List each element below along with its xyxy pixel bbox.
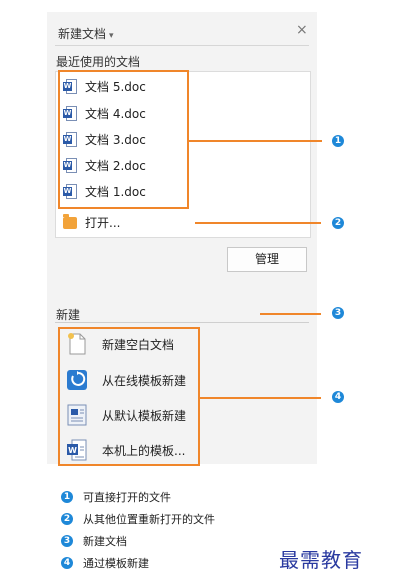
callout-badge-2: 2	[332, 217, 344, 229]
legend-text: 新建文档	[83, 535, 127, 548]
open-label: 打开...	[85, 216, 121, 230]
callout-line-1	[189, 140, 322, 142]
title-divider	[55, 45, 309, 46]
open-file-item[interactable]: 打开...	[63, 213, 121, 231]
callout-badge-4: 4	[332, 391, 344, 403]
legend-badge: 1	[61, 491, 73, 503]
legend-item: 4 通过模板新建	[61, 555, 149, 571]
legend-text: 可直接打开的文件	[83, 491, 171, 504]
recent-section-label: 最近使用的文档	[56, 55, 141, 69]
legend-badge: 4	[61, 557, 73, 569]
new-section-divider	[55, 322, 309, 323]
legend-item: 1 可直接打开的文件	[61, 489, 171, 505]
watermark: 最需教育	[279, 548, 363, 572]
chevron-down-icon: ▾	[109, 31, 114, 41]
legend-badge: 3	[61, 535, 73, 547]
callout-badge-3: 3	[332, 307, 344, 319]
new-options-highlight	[58, 327, 200, 466]
callout-badge-1: 1	[332, 135, 344, 147]
legend-text: 从其他位置重新打开的文件	[83, 513, 215, 526]
callout-line-2	[195, 222, 321, 224]
new-section-label: 新建	[56, 308, 81, 322]
legend-badge: 2	[61, 513, 73, 525]
legend-text: 通过模板新建	[83, 557, 149, 570]
folder-icon	[63, 213, 77, 229]
recent-files-highlight	[58, 70, 189, 209]
panel-title-text: 新建文档	[58, 27, 107, 41]
legend-item: 3 新建文档	[61, 533, 127, 549]
close-icon[interactable]: ×	[296, 22, 308, 38]
callout-line-3	[260, 313, 321, 315]
manage-button[interactable]: 管理	[227, 247, 307, 272]
panel-title[interactable]: 新建文档 ▾	[58, 25, 114, 42]
legend-item: 2 从其他位置重新打开的文件	[61, 511, 215, 527]
callout-line-4	[200, 397, 321, 399]
